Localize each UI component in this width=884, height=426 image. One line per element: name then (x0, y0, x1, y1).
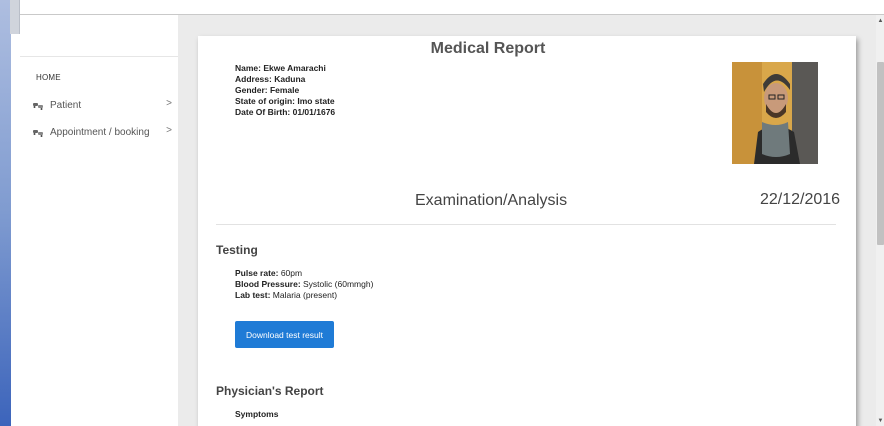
sidebar-home-heading: HOME (36, 73, 61, 82)
patient-photo (732, 62, 818, 164)
patient-state: State of origin: Imo state (235, 96, 335, 106)
patient-gender: Gender: Female (235, 85, 300, 95)
sidebar-item-patient[interactable]: Patient > (32, 97, 174, 113)
section-divider (216, 224, 836, 225)
cars-icon (32, 127, 44, 137)
pulse-rate-value: 60pm (278, 268, 303, 278)
left-strip-cap (10, 0, 20, 34)
download-test-result-button[interactable]: Download test result (235, 321, 334, 348)
examination-heading: Examination/Analysis (415, 192, 568, 209)
sidebar-item-label: Patient (50, 99, 82, 111)
sidebar-divider (20, 56, 178, 57)
blood-pressure: Blood Pressure: Systolic (60mmgh) (235, 279, 373, 290)
symptoms-label: Symptoms (235, 409, 279, 419)
testing-heading: Testing (216, 243, 258, 257)
patient-address: Address: Kaduna (235, 74, 306, 84)
lab-test-value: Malaria (present) (270, 290, 338, 300)
scrollbar-thumb[interactable] (877, 62, 884, 245)
patient-name: Name: Ekwe Amarachi (235, 63, 326, 73)
page-title: Medical Report (430, 40, 546, 57)
blood-pressure-value: Systolic (60mmgh) (300, 279, 374, 289)
scroll-down-arrow-icon[interactable]: ▼ (877, 417, 884, 425)
examination-date: 22/12/2016 (760, 191, 841, 208)
physician-report-heading: Physician's Report (216, 384, 324, 398)
cars-icon (32, 100, 44, 110)
left-gradient-strip (0, 0, 11, 426)
pulse-rate: Pulse rate: 60pm (235, 268, 302, 279)
chevron-right-icon: > (166, 98, 172, 109)
patient-dob: Date Of Birth: 01/01/1676 (235, 107, 336, 117)
sidebar-item-label: Appointment / booking (50, 126, 150, 138)
pulse-rate-label: Pulse rate: (235, 268, 279, 278)
scroll-up-arrow-icon[interactable]: ▲ (877, 17, 884, 25)
lab-test: Lab test: Malaria (present) (235, 290, 337, 301)
blood-pressure-label: Blood Pressure: (235, 279, 301, 289)
lab-test-label: Lab test: (235, 290, 271, 300)
patient-info: Name: Ekwe Amarachi Address: Kaduna Gend… (235, 63, 335, 118)
medical-report-card: Medical Report Name: Ekwe Amarachi Addre… (198, 36, 856, 426)
chevron-right-icon: > (166, 125, 172, 136)
sidebar: HOME Patient > Appointment / booking > (20, 15, 178, 426)
sidebar-item-appointment[interactable]: Appointment / booking > (32, 124, 174, 140)
